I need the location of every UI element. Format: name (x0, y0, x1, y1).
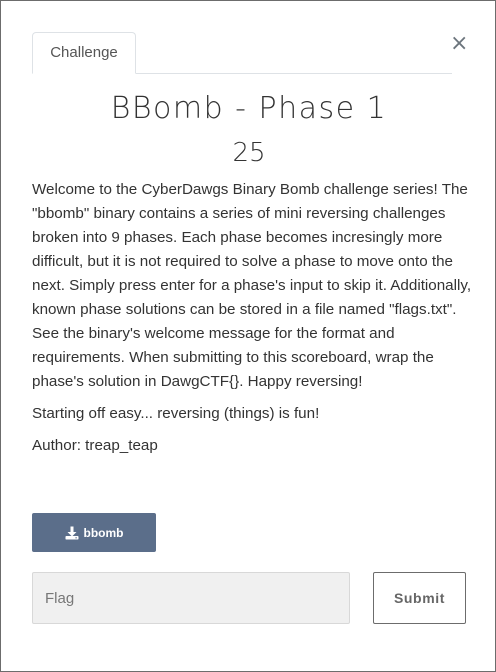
challenge-title: BBomb - Phase 1 (110, 91, 388, 126)
download-file-label: bbomb (83, 525, 124, 540)
description-paragraph: Welcome to the CyberDawgs Binary Bomb ch… (32, 181, 472, 390)
tab-challenge[interactable]: Challenge (32, 32, 136, 74)
download-icon (65, 526, 79, 540)
description-paragraph: Starting off easy... reversing (things) … (32, 405, 320, 422)
download-file-button[interactable]: bbomb (32, 513, 156, 552)
tab-bar: Challenge (32, 32, 452, 74)
flag-input[interactable] (32, 572, 350, 624)
challenge-points: 25 (232, 138, 266, 168)
close-icon[interactable]: × (450, 33, 468, 55)
challenge-description: Welcome to the CyberDawgs Binary Bomb ch… (32, 178, 472, 466)
challenge-modal: × Challenge BBomb - Phase 1 25 Welcome t… (0, 0, 496, 672)
author-line: Author: treap_teap (32, 437, 158, 454)
submit-button[interactable]: Submit (373, 572, 466, 624)
